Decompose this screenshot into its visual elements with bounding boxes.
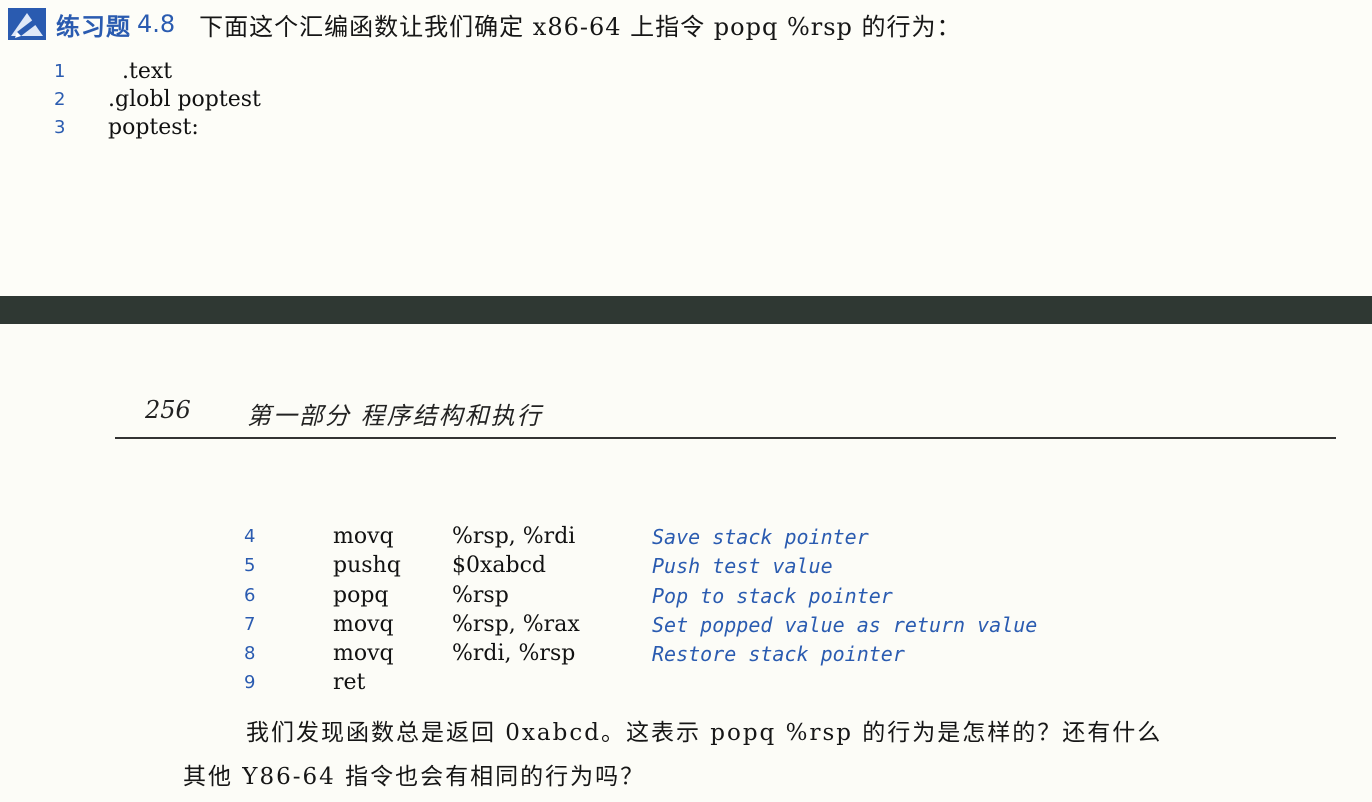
line-number: 3 bbox=[54, 117, 66, 138]
code-text: .globl poptest bbox=[108, 87, 261, 112]
instruction-args: $0xabcd bbox=[452, 553, 547, 578]
part-title: 第一部分 程序结构和执行 bbox=[247, 402, 543, 430]
line-number: 1 bbox=[54, 61, 66, 82]
code-comment: Save stack pointer bbox=[652, 525, 869, 549]
page-number: 256 bbox=[145, 396, 191, 424]
line-number: 5 bbox=[244, 555, 256, 576]
instruction-op: movq bbox=[333, 612, 394, 637]
line-number: 6 bbox=[244, 585, 256, 606]
instruction-args: %rsp bbox=[452, 583, 509, 608]
instruction-args: %rdi, %rsp bbox=[452, 641, 576, 666]
line-number: 7 bbox=[244, 614, 256, 635]
exercise-page-top: 练习题 4.8 下面这个汇编函数让我们确定 x86-64 上指令 popq %r… bbox=[0, 0, 1372, 296]
code-text: .text bbox=[108, 59, 173, 84]
question-paragraph-line-1: 我们发现函数总是返回 0xabcd。这表示 popq %rsp 的行为是怎样的？… bbox=[246, 720, 1163, 746]
question-paragraph-line-2: 其他 Y86-64 指令也会有相同的行为吗？ bbox=[183, 764, 646, 790]
instruction-args: %rsp, %rax bbox=[452, 612, 580, 637]
instruction-args: %rsp, %rdi bbox=[452, 524, 576, 549]
instruction-op: movq bbox=[333, 641, 394, 666]
instruction-op: pushq bbox=[333, 553, 401, 578]
instruction-op: popq bbox=[333, 583, 389, 608]
code-comment: Pop to stack pointer bbox=[652, 584, 893, 608]
exercise-label: 练习题 bbox=[56, 12, 131, 41]
header-rule bbox=[115, 437, 1336, 439]
line-number: 4 bbox=[244, 526, 256, 547]
code-comment: Push test value bbox=[652, 554, 833, 578]
code-comment: Set popped value as return value bbox=[652, 613, 1038, 637]
exercise-header: 练习题 4.8 下面这个汇编函数让我们确定 x86-64 上指令 popq %r… bbox=[8, 8, 962, 41]
code-text: poptest: bbox=[108, 115, 199, 140]
exercise-pencil-icon bbox=[8, 8, 46, 40]
exercise-number: 4.8 bbox=[137, 10, 176, 38]
line-number: 2 bbox=[54, 89, 66, 110]
line-number: 9 bbox=[244, 672, 256, 693]
exercise-prompt: 下面这个汇编函数让我们确定 x86-64 上指令 popq %rsp 的行为： bbox=[199, 12, 962, 41]
line-number: 8 bbox=[244, 643, 256, 664]
instruction-op: ret bbox=[333, 670, 366, 695]
code-comment: Restore stack pointer bbox=[652, 642, 905, 666]
page-divider bbox=[0, 296, 1372, 324]
instruction-op: movq bbox=[333, 524, 394, 549]
